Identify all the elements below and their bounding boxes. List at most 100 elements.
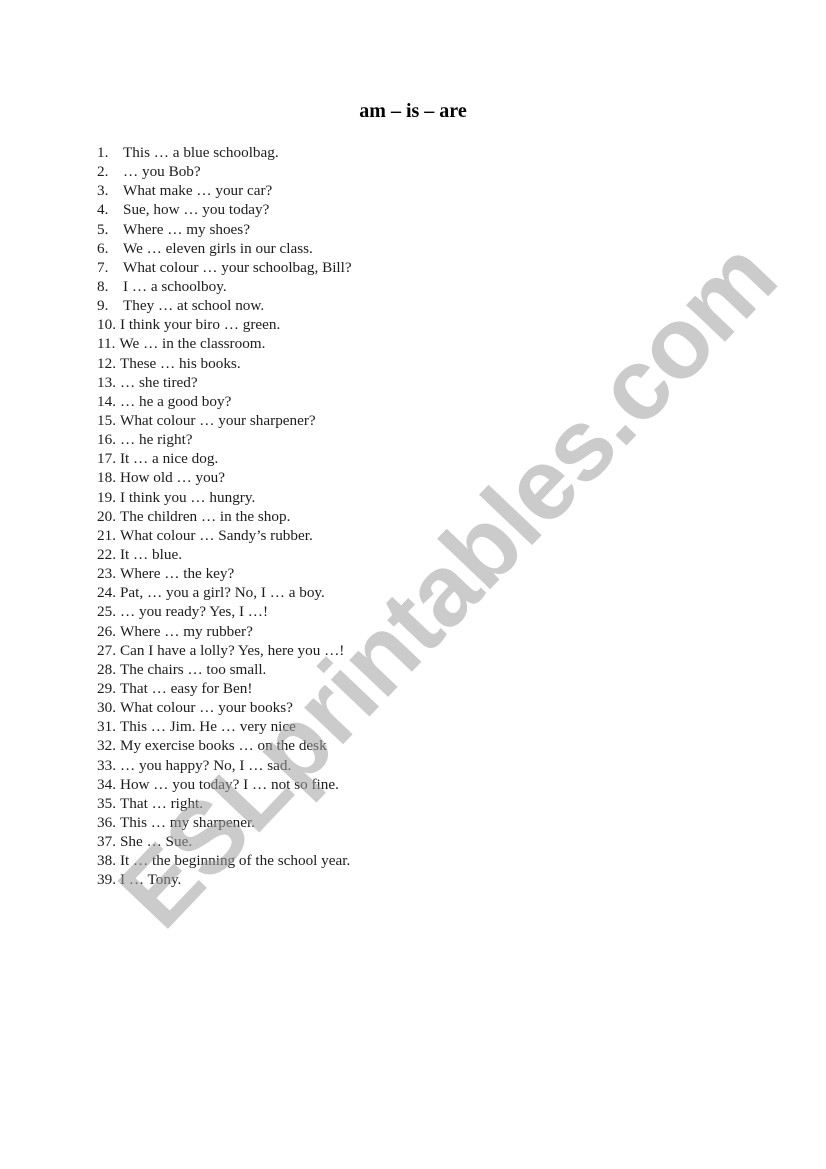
item-number: 15. — [97, 411, 116, 429]
item-sentence: What colour … your sharpener? — [119, 411, 316, 429]
item-sentence: Where … my rubber? — [119, 622, 253, 640]
exercise-item: 24. Pat, … you a girl? No, I … a boy. — [97, 583, 352, 602]
exercise-item: 5. Where … my shoes? — [97, 220, 352, 239]
exercise-item: 16.… he right? — [97, 430, 352, 449]
exercise-item: 20. The children … in the shop. — [97, 507, 352, 526]
item-number: 36. — [97, 813, 116, 831]
exercise-item: 27. Can I have a lolly? Yes, here you …! — [97, 641, 352, 660]
exercise-item: 1. This … a blue schoolbag. — [97, 143, 352, 162]
item-number: 29. — [97, 679, 116, 697]
item-sentence: This … a blue schoolbag. — [123, 144, 279, 161]
exercise-item: 23. Where … the key? — [97, 564, 352, 583]
item-sentence: I think your biro … green. — [119, 316, 281, 334]
item-number: 37. — [97, 833, 116, 851]
item-sentence: Sue, how … you today? — [123, 201, 270, 219]
worksheet-page: am – is – are 1. This … a blue schoolbag.… — [0, 0, 826, 1169]
item-sentence: That … easy for Ben! — [119, 679, 253, 697]
item-sentence: How … you today? I … not so fine. — [119, 775, 339, 793]
exercise-item: 35. That … right. — [97, 794, 352, 813]
item-sentence: That … right. — [119, 794, 204, 812]
item-number: 22. — [97, 545, 116, 563]
item-sentence: … she tired? — [119, 373, 198, 391]
item-sentence: We … eleven girls in our class. — [123, 239, 313, 257]
item-sentence: They … at school now. — [123, 297, 265, 315]
item-number: 38. — [97, 852, 116, 870]
exercise-item: 34. How … you today? I … not so fine. — [97, 775, 352, 794]
item-sentence: We … in the classroom. — [119, 335, 266, 353]
exercise-item: 6. We … eleven girls in our class. — [97, 239, 352, 258]
exercise-item: 36. This … my sharpener. — [97, 813, 352, 832]
item-sentence: These … his books. — [119, 354, 241, 372]
item-number: 34. — [97, 775, 116, 793]
item-number: 5. — [97, 220, 109, 238]
item-sentence: The children … in the shop. — [119, 507, 291, 525]
item-number: 9. — [97, 297, 109, 315]
item-sentence: She … Sue. — [119, 833, 193, 851]
exercise-item: 28. The chairs … too small. — [97, 660, 352, 679]
exercise-item: 32. My exercise books … on the desk — [97, 736, 352, 755]
item-sentence: What make … your car? — [123, 182, 273, 200]
exercise-item: 7. What colour … your schoolbag, Bill? — [97, 258, 352, 277]
exercise-item: 2. … you Bob? — [97, 162, 352, 181]
exercise-item: 3. What make … your car? — [97, 181, 352, 200]
exercise-item: 38. It … the beginning of the school year… — [97, 851, 352, 870]
item-number: 21. — [97, 526, 116, 544]
exercise-item: 26. Where … my rubber? — [97, 622, 352, 641]
item-number: 30. — [97, 699, 116, 717]
item-sentence: My exercise books … on the desk — [119, 737, 327, 755]
item-number: 31. — [97, 718, 116, 736]
exercise-item: 13.… she tired? — [97, 373, 352, 392]
item-sentence: Where … the key? — [119, 565, 235, 583]
item-sentence: It … the beginning of the school year. — [119, 852, 351, 870]
item-sentence: What colour … Sandy’s rubber. — [119, 526, 313, 544]
worksheet-title: am – is – are — [359, 100, 467, 122]
item-number: 27. — [97, 641, 116, 659]
item-number: 7. — [97, 258, 109, 276]
item-number: 11. — [97, 335, 116, 353]
item-number: 32. — [97, 737, 116, 755]
item-sentence: How old … you? — [119, 469, 226, 487]
item-sentence: It … blue. — [119, 545, 182, 563]
item-number: 20. — [97, 507, 116, 525]
item-sentence: Where … my shoes? — [123, 220, 250, 238]
item-sentence: Pat, … you a girl? No, I … a boy. — [119, 584, 325, 602]
item-number: 33. — [97, 756, 116, 774]
item-number: 17. — [97, 450, 116, 468]
item-number: 2. — [97, 163, 109, 181]
item-sentence: … he a good boy? — [119, 392, 232, 410]
exercise-item: 8. I … a schoolboy. — [97, 277, 352, 296]
item-number: 4. — [97, 201, 109, 219]
exercise-item: 25.… you ready? Yes, I …! — [97, 602, 352, 621]
item-sentence: This … Jim. He … very nice — [119, 718, 296, 736]
item-number: 23. — [97, 565, 116, 583]
item-sentence: I think you … hungry. — [119, 488, 256, 506]
exercise-item: 11. We … in the classroom. — [97, 334, 352, 353]
exercise-item: 18. How old … you? — [97, 468, 352, 487]
exercise-item: 14.… he a good boy? — [97, 392, 352, 411]
exercise-item: 37. She … Sue. — [97, 832, 352, 851]
item-number: 6. — [97, 239, 109, 257]
item-sentence: I … a schoolboy. — [123, 277, 227, 295]
exercise-item: 12. These … his books. — [97, 354, 352, 373]
item-sentence: What colour … your books? — [119, 699, 293, 717]
exercise-item: 30. What colour … your books? — [97, 698, 352, 717]
item-number: 12. — [97, 354, 116, 372]
exercise-item: 17. It … a nice dog. — [97, 449, 352, 468]
exercise-item: 29. That … easy for Ben! — [97, 679, 352, 698]
item-number: 25. — [97, 603, 116, 621]
item-number: 16. — [97, 431, 116, 449]
item-number: 39. — [97, 871, 116, 889]
item-sentence: … you Bob? — [123, 163, 201, 181]
exercise-list: 1. This … a blue schoolbag. 2.… you Bob? … — [97, 143, 352, 889]
item-number: 19. — [97, 488, 116, 506]
item-sentence: I … Tony. — [119, 871, 182, 889]
item-number: 1. — [97, 144, 109, 161]
exercise-item: 31. This … Jim. He … very nice — [97, 717, 352, 736]
exercise-item: 19. I think you … hungry. — [97, 488, 352, 507]
item-sentence: The chairs … too small. — [119, 660, 267, 678]
item-number: 8. — [97, 277, 109, 295]
item-sentence: This … my sharpener. — [119, 813, 255, 831]
item-number: 24. — [97, 584, 116, 602]
item-number: 26. — [97, 622, 116, 640]
item-sentence: … he right? — [119, 431, 193, 449]
